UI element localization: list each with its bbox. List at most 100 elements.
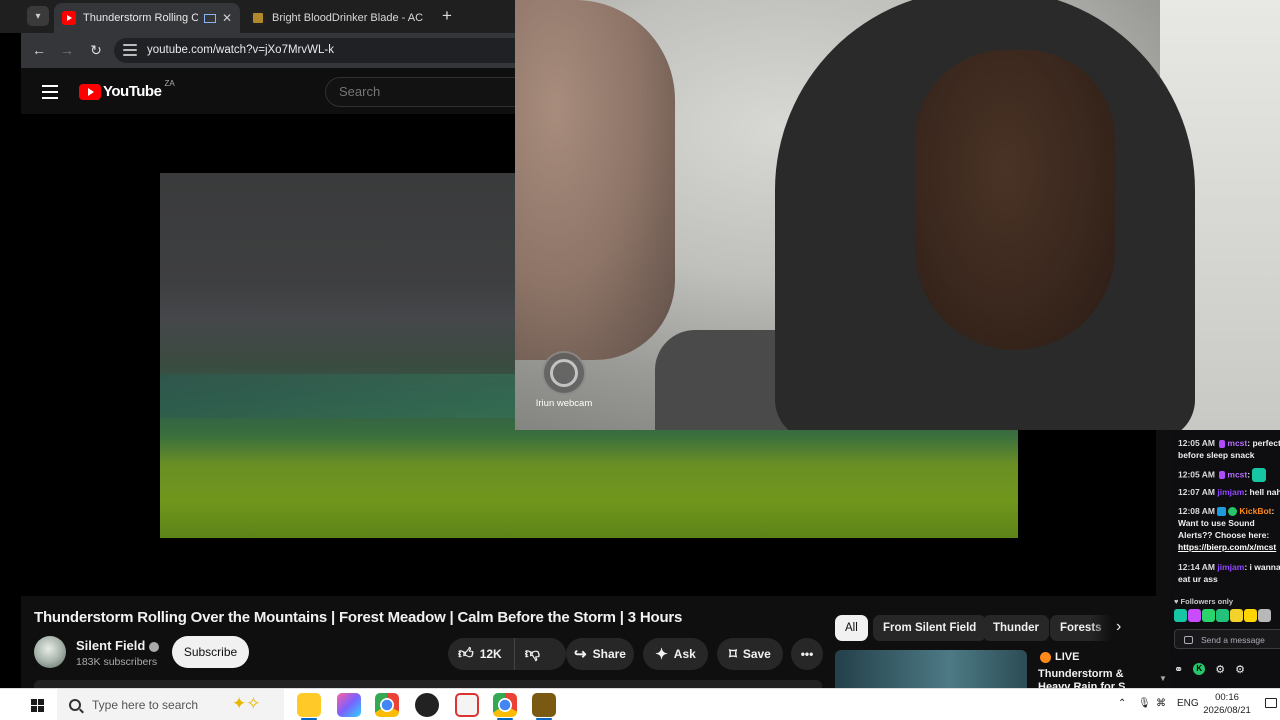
copilot-sparkle-icon[interactable]: ✦✧ <box>232 694 261 714</box>
chrome-icon[interactable] <box>375 693 399 717</box>
clock-date: 2026/08/21 <box>1203 705 1251 716</box>
search-box[interactable] <box>325 77 515 107</box>
chat-message: 12:05 AM mcst: <box>1178 468 1280 482</box>
tab-bloodrinker-blade[interactable]: Bright BloodDrinker Blade - AC <box>243 3 433 33</box>
channel-name-text[interactable]: Silent Field <box>76 638 145 653</box>
chip-thunder[interactable]: Thunder <box>983 615 1049 641</box>
emote-icon[interactable] <box>1230 609 1243 622</box>
chevron-up-icon[interactable]: ⌃ <box>1118 698 1126 709</box>
snipping-tool-icon[interactable] <box>455 693 479 717</box>
sidebar-scrollbar[interactable] <box>1156 430 1170 688</box>
tab-title: Bright BloodDrinker Blade - AC <box>272 12 424 24</box>
description-box[interactable] <box>34 680 822 688</box>
related-video-title[interactable]: Thunderstorm & Heavy Rain for S <box>1038 668 1138 688</box>
chip-all[interactable]: All <box>835 615 868 641</box>
chrome-profile-icon[interactable] <box>493 693 517 717</box>
obs-icon[interactable] <box>415 693 439 717</box>
windows-taskbar: Type here to search ✦✧ ⌃ 🎙︎ ⌘ ENG 00:16 … <box>0 688 1280 720</box>
search-input[interactable] <box>326 78 515 105</box>
more-actions-button[interactable]: ••• <box>791 638 823 670</box>
notification-icon[interactable] <box>1265 698 1277 708</box>
chat-username[interactable]: KickBot <box>1239 506 1271 516</box>
sub-badge-icon <box>1219 439 1226 448</box>
menu-icon[interactable] <box>42 85 58 103</box>
clock-time: 00:16 <box>1215 692 1239 703</box>
video-title: Thunderstorm Rolling Over the Mountains … <box>34 609 683 626</box>
site-favicon-icon <box>251 11 265 25</box>
emote-icon <box>1252 468 1267 482</box>
emote-icon[interactable] <box>1202 609 1215 622</box>
chat-username[interactable]: mcst <box>1227 438 1247 448</box>
back-arrow-icon[interactable]: ← <box>30 42 48 58</box>
file-explorer-icon[interactable] <box>297 693 321 717</box>
chat-message: 12:05 AM mcst: perfect before sleep snac… <box>1178 438 1280 460</box>
emote-icon[interactable] <box>1216 609 1229 622</box>
chat-input[interactable]: Send a message <box>1174 629 1280 649</box>
users-icon[interactable]: ⚭ <box>1174 663 1183 676</box>
tab-media-icon[interactable] <box>203 13 216 23</box>
bookmark-icon: ⌑ <box>729 646 737 663</box>
scroll-down-icon[interactable]: ▼ <box>1159 674 1167 683</box>
followers-only-notice: ♥ Followers only <box>1174 597 1234 606</box>
network-icon[interactable]: ⌘ <box>1156 698 1166 709</box>
language-indicator[interactable]: ENG <box>1177 698 1199 709</box>
youtube-favicon-icon <box>62 11 76 25</box>
windows-start-icon[interactable] <box>31 699 44 712</box>
game-app-icon[interactable] <box>532 693 556 717</box>
site-info-icon[interactable] <box>123 44 137 57</box>
chat-username[interactable]: jimjam <box>1217 562 1244 572</box>
country-code: ZA <box>164 79 175 88</box>
close-tab-icon[interactable]: ✕ <box>222 11 232 25</box>
search-icon <box>69 699 81 711</box>
chevron-right-icon[interactable]: › <box>1116 618 1121 636</box>
chat-timestamp: 12:05 AM <box>1178 438 1216 448</box>
tab-search-dropdown[interactable]: ▾ <box>27 6 49 26</box>
emote-icon[interactable] <box>1174 609 1187 622</box>
new-tab-button[interactable]: + <box>437 6 457 26</box>
emote-icon[interactable] <box>1244 609 1257 622</box>
tab-thunderstorm[interactable]: Thunderstorm Rolling Over ✕ <box>54 3 240 33</box>
browser-toolbar: ← → ↻ youtube.com/watch?v=jXo7MrvWL-k <box>21 33 515 68</box>
chip-from-channel[interactable]: From Silent Field <box>873 615 987 641</box>
taskbar-search-placeholder: Type here to search <box>92 698 199 712</box>
subscriber-count: 183K subscribers <box>76 656 158 668</box>
save-button[interactable]: ⌑ Save <box>717 638 783 670</box>
kick-badge-icon[interactable]: K <box>1193 663 1206 675</box>
share-button[interactable]: ↪ Share <box>566 638 634 670</box>
chat-username[interactable]: mcst <box>1227 469 1247 479</box>
chat-actions: ⚭ K ⚙ ⚙ <box>1174 661 1280 677</box>
subscribe-button[interactable]: Subscribe <box>172 636 249 668</box>
channel-name[interactable]: Silent Field <box>76 638 160 653</box>
youtube-header: YouTube ZA <box>21 68 515 114</box>
copilot-app-icon[interactable] <box>337 693 361 717</box>
clock[interactable]: 00:16 2026/08/21 <box>1202 691 1252 717</box>
thumbs-down-icon: 👎︎ <box>524 645 540 662</box>
channel-avatar[interactable] <box>34 636 66 668</box>
emote-icon[interactable] <box>1188 609 1201 622</box>
forward-arrow-icon[interactable]: → <box>58 42 76 58</box>
chat-text: Want to use Sound Alerts?? Choose here: <box>1178 518 1270 540</box>
live-badge: LIVE <box>1040 651 1079 663</box>
iriun-watermark: Iriun webcam <box>531 351 597 409</box>
microphone-icon[interactable]: 🎙︎ <box>1138 698 1151 709</box>
chat-username[interactable]: jimjam <box>1217 487 1244 497</box>
address-bar[interactable]: youtube.com/watch?v=jXo7MrvWL-k <box>114 38 515 63</box>
chat-link[interactable]: https://bierp.com/x/mcst <box>1178 542 1276 552</box>
gear-icon[interactable]: ⚙ <box>1215 663 1225 676</box>
emote-icon[interactable] <box>1258 609 1271 622</box>
iriun-label: Iriun webcam <box>535 398 593 409</box>
live-chat-panel: 12:05 AM mcst: perfect before sleep snac… <box>1170 430 1280 688</box>
ask-button[interactable]: ✦ Ask <box>643 638 708 670</box>
dislike-button[interactable]: 👎︎ <box>515 638 556 670</box>
url-text[interactable]: youtube.com/watch?v=jXo7MrvWL-k <box>147 44 334 56</box>
youtube-logo-text: YouTube <box>103 83 162 100</box>
share-label: Share <box>592 647 626 661</box>
thumbs-up-icon: 👍︎ <box>458 645 474 662</box>
chat-settings-icon[interactable]: ⚙ <box>1235 663 1245 676</box>
youtube-logo[interactable]: YouTube ZA <box>79 79 175 100</box>
share-icon: ↪ <box>574 646 587 663</box>
like-button[interactable]: 👍︎ 12K <box>448 638 515 670</box>
verified-badge-icon <box>1228 507 1238 517</box>
related-video-thumbnail[interactable] <box>835 650 1027 688</box>
reload-icon[interactable]: ↻ <box>87 42 105 59</box>
